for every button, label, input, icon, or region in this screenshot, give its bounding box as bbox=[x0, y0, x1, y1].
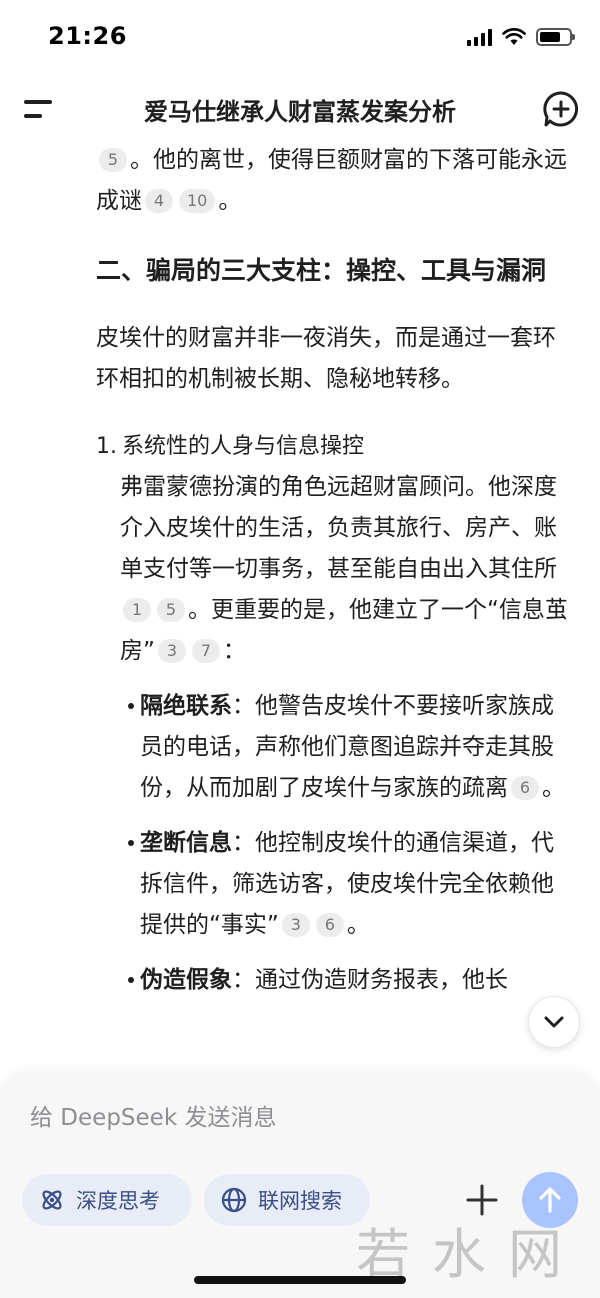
cellular-signal-icon bbox=[467, 28, 492, 46]
bullet-item: 伪造假象：通过伪造财务报表，他长 bbox=[120, 960, 576, 1001]
citation-badge[interactable]: 4 bbox=[145, 189, 173, 213]
bullet-text: ：通过伪造财务报表，他长 bbox=[232, 967, 508, 993]
bullet-key: 垄断信息 bbox=[140, 830, 232, 856]
list-item-title: 系统性的人身与信息操控 bbox=[122, 434, 365, 459]
citation-badge[interactable]: 10 bbox=[179, 189, 216, 213]
web-search-label: 联网搜索 bbox=[258, 1189, 342, 1213]
citation-badge[interactable]: 5 bbox=[99, 148, 127, 172]
scroll-to-bottom-button[interactable] bbox=[528, 996, 580, 1048]
citation-badge[interactable]: 3 bbox=[281, 913, 310, 937]
deep-think-label: 深度思考 bbox=[76, 1189, 160, 1213]
list-item: 1. 系统性的人身与信息操控 弗雷蒙德扮演的角色远超财富顾问。他深度介入皮埃什的… bbox=[96, 426, 576, 672]
status-icons bbox=[467, 28, 575, 46]
deep-think-toggle[interactable]: 深度思考 bbox=[22, 1174, 192, 1226]
bullet-key: 隔绝联系 bbox=[140, 693, 232, 719]
status-bar: 21:26 bbox=[0, 0, 600, 78]
wifi-icon bbox=[502, 28, 526, 45]
bullet-item: 垄断信息：他控制皮埃什的通信渠道，代拆信件，筛选访客，使皮埃什完全依赖他提供的“… bbox=[120, 823, 576, 946]
citation-badge[interactable]: 5 bbox=[157, 598, 185, 622]
bullet-item: 隔绝联系：他警告皮埃什不要接听家族成员的电话，声称他们意图追踪并夺走其股份，从而… bbox=[120, 686, 576, 809]
list-item-body: 弗雷蒙德扮演的角色远超财富顾问。他深度介入皮埃什的生活，负责其旅行、房产、账单支… bbox=[120, 467, 576, 672]
status-time: 21:26 bbox=[48, 22, 127, 50]
globe-icon bbox=[221, 1187, 247, 1213]
chevron-down-icon bbox=[544, 1016, 564, 1028]
citation-badge[interactable]: 7 bbox=[191, 639, 220, 663]
citation-badge[interactable]: 6 bbox=[511, 776, 539, 800]
list-body-text: ： bbox=[222, 638, 246, 664]
intro-tail: 。 bbox=[218, 188, 242, 214]
bullet-key: 伪造假象 bbox=[140, 967, 232, 993]
intro-paragraph: 5 。他的离世，使得巨额财富的下落可能永远成谜 4 10。 bbox=[96, 140, 576, 222]
atom-icon bbox=[42, 1190, 62, 1210]
bullet-tail: 。 bbox=[346, 912, 370, 938]
web-search-toggle[interactable]: 联网搜索 bbox=[204, 1174, 370, 1226]
citation-badge[interactable]: 3 bbox=[157, 639, 186, 663]
list-body-text: 弗雷蒙德扮演的角色远超财富顾问。他深度介入皮埃什的生活，负责其旅行、房产、账单支… bbox=[120, 474, 557, 582]
list-number: 1. bbox=[96, 434, 117, 459]
list-body-text: 。更重要的是，他建立了一个“信息茧房” bbox=[120, 597, 568, 664]
message-input[interactable]: 给 DeepSeek 发送消息 bbox=[30, 1098, 570, 1138]
chat-header: 爱马仕继承人财富蒸发案分析 bbox=[0, 78, 600, 140]
new-chat-icon[interactable] bbox=[542, 90, 580, 128]
chat-title: 爱马仕继承人财富蒸发案分析 bbox=[144, 98, 456, 126]
section-heading: 二、骗局的三大支柱：操控、工具与漏洞 bbox=[96, 256, 547, 285]
home-indicator bbox=[194, 1276, 406, 1284]
bullet-tail: 。 bbox=[542, 775, 565, 801]
battery-icon bbox=[536, 28, 575, 46]
citation-badge[interactable]: 6 bbox=[315, 913, 344, 937]
assistant-message: 5 。他的离世，使得巨额财富的下落可能永远成谜 4 10。 二、骗局的三大支柱：操控、… bbox=[96, 140, 576, 1070]
section-paragraph: 皮埃什的财富并非一夜消失，而是通过一套环环相扣的机制被长期、隐秘地转移。 bbox=[96, 325, 556, 392]
citation-badge[interactable]: 1 bbox=[123, 598, 151, 622]
